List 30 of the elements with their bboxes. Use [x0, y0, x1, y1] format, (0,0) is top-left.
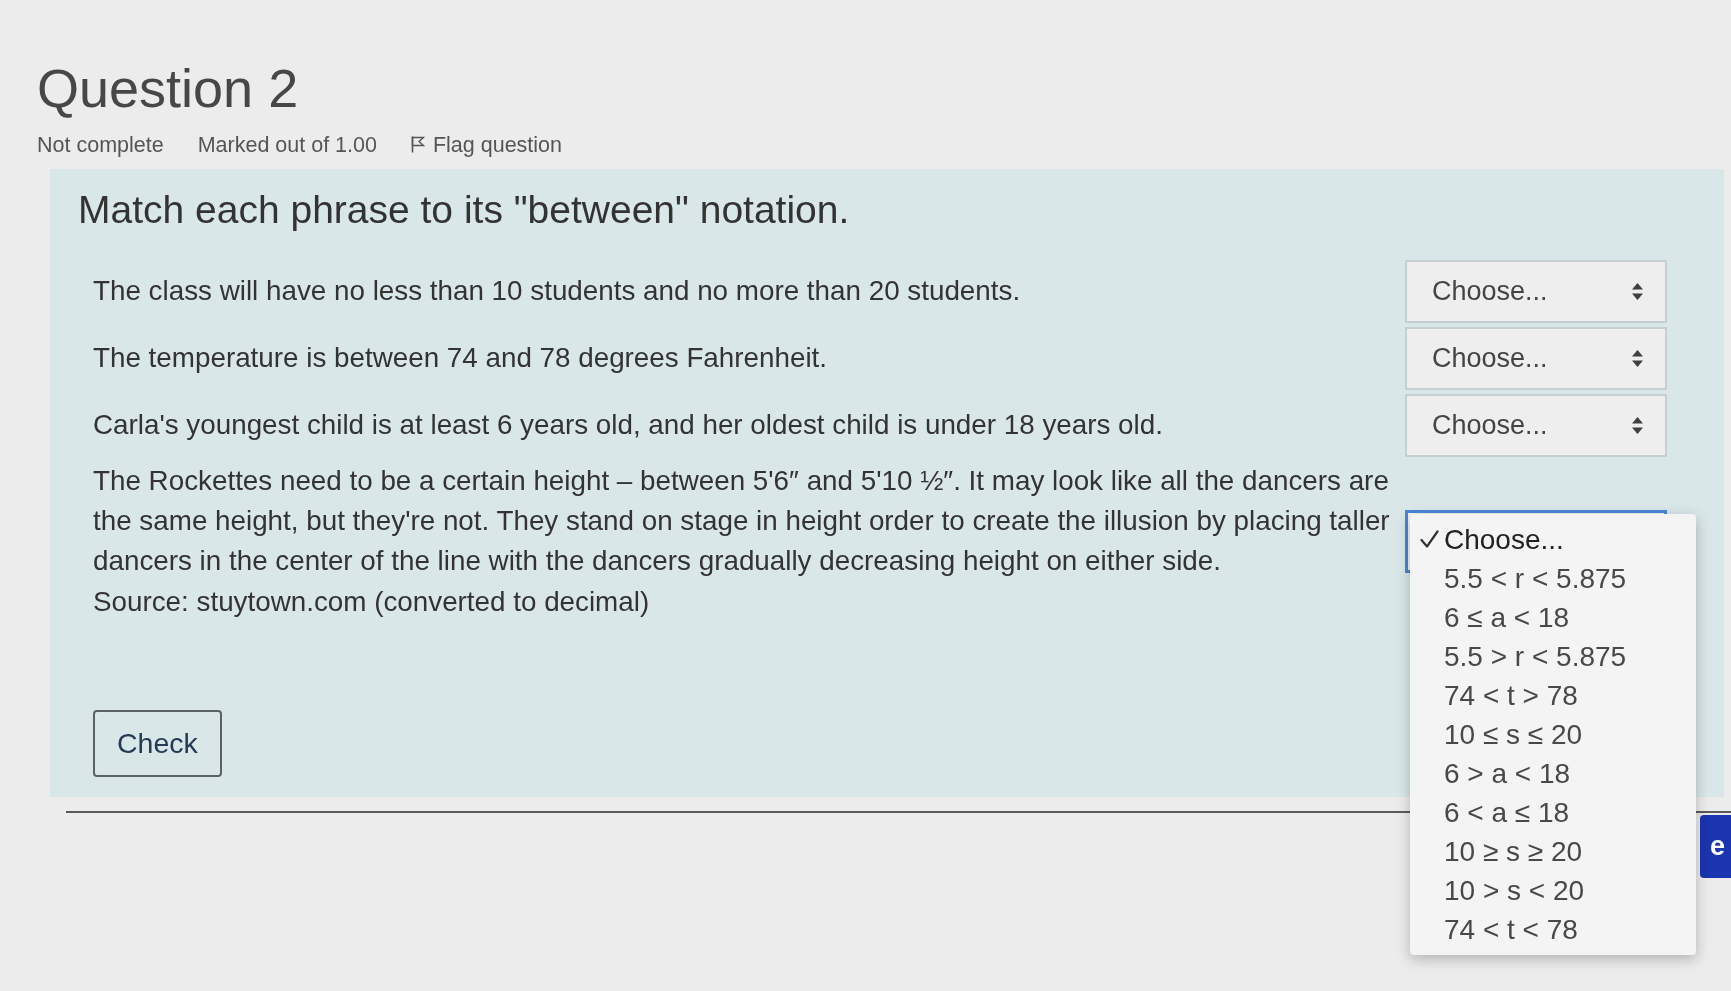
question-prompt: Match each phrase to its "between" notation. — [78, 187, 851, 234]
check-icon — [1420, 529, 1439, 549]
flag-question-link[interactable]: Flag question — [410, 128, 563, 162]
updown-caret-icon — [1632, 416, 1643, 434]
select-dropdown[interactable]: Choose... — [1405, 393, 1667, 457]
phrase-text: The temperature is between 74 and 78 degrees Fahrenheit. — [93, 341, 828, 376]
dropdown-option[interactable]: 6 ≤ a < 18 — [1410, 597, 1570, 637]
phrase-text: The class will have no less than 10 students and no more than 20 students. — [93, 274, 1022, 309]
updown-caret-icon — [1632, 282, 1643, 300]
dropdown-option[interactable]: 10 ≥ s ≥ 20 — [1410, 831, 1583, 871]
dropdown-option[interactable]: 10 ≤ s ≤ 20 — [1410, 714, 1583, 754]
dropdown-option[interactable]: Choose... — [1410, 519, 1564, 559]
dropdown-option[interactable]: 5.5 < r < 5.875 — [1410, 558, 1627, 598]
dropdown-option[interactable]: 6 < a ≤ 18 — [1410, 792, 1570, 832]
dropdown-option[interactable]: 74 < t < 78 — [1410, 909, 1578, 949]
dropdown-option[interactable]: 5.5 > r < 5.875 — [1410, 636, 1627, 676]
updown-caret-icon — [1632, 349, 1643, 367]
question-status: Not complete — [37, 131, 164, 159]
marks-text: Marked out of 1.00 — [197, 131, 377, 159]
dropdown-option[interactable]: 6 > a < 18 — [1410, 753, 1571, 793]
dropdown-option[interactable]: 74 < t > 78 — [1410, 675, 1578, 715]
select-dropdown[interactable]: Choose... — [1405, 259, 1667, 323]
next-button[interactable]: e — [1699, 814, 1731, 878]
dropdown-option[interactable]: 10 > s < 20 — [1410, 870, 1585, 910]
select-dropdown[interactable]: Choose... — [1405, 326, 1667, 390]
phrase-text: The Rockettes need to be a certain height – between 5'6″ and 5'10 ½″. It may look like all the dancers are the same height, but they're not. They stand on stage in height order to create the illusion by placing taller dancers in the center of the line with the dancers gradually decreasing height on either side. — [93, 463, 1391, 579]
source-note: Source: stuytown.com (converted to decimal) — [93, 584, 651, 619]
check-button[interactable]: Check — [93, 710, 222, 777]
phrase-text: Carla's youngest child is at least 6 years old, and her oldest child is under 18 years old. — [93, 408, 1164, 443]
question-title: Question 2 — [37, 57, 300, 120]
